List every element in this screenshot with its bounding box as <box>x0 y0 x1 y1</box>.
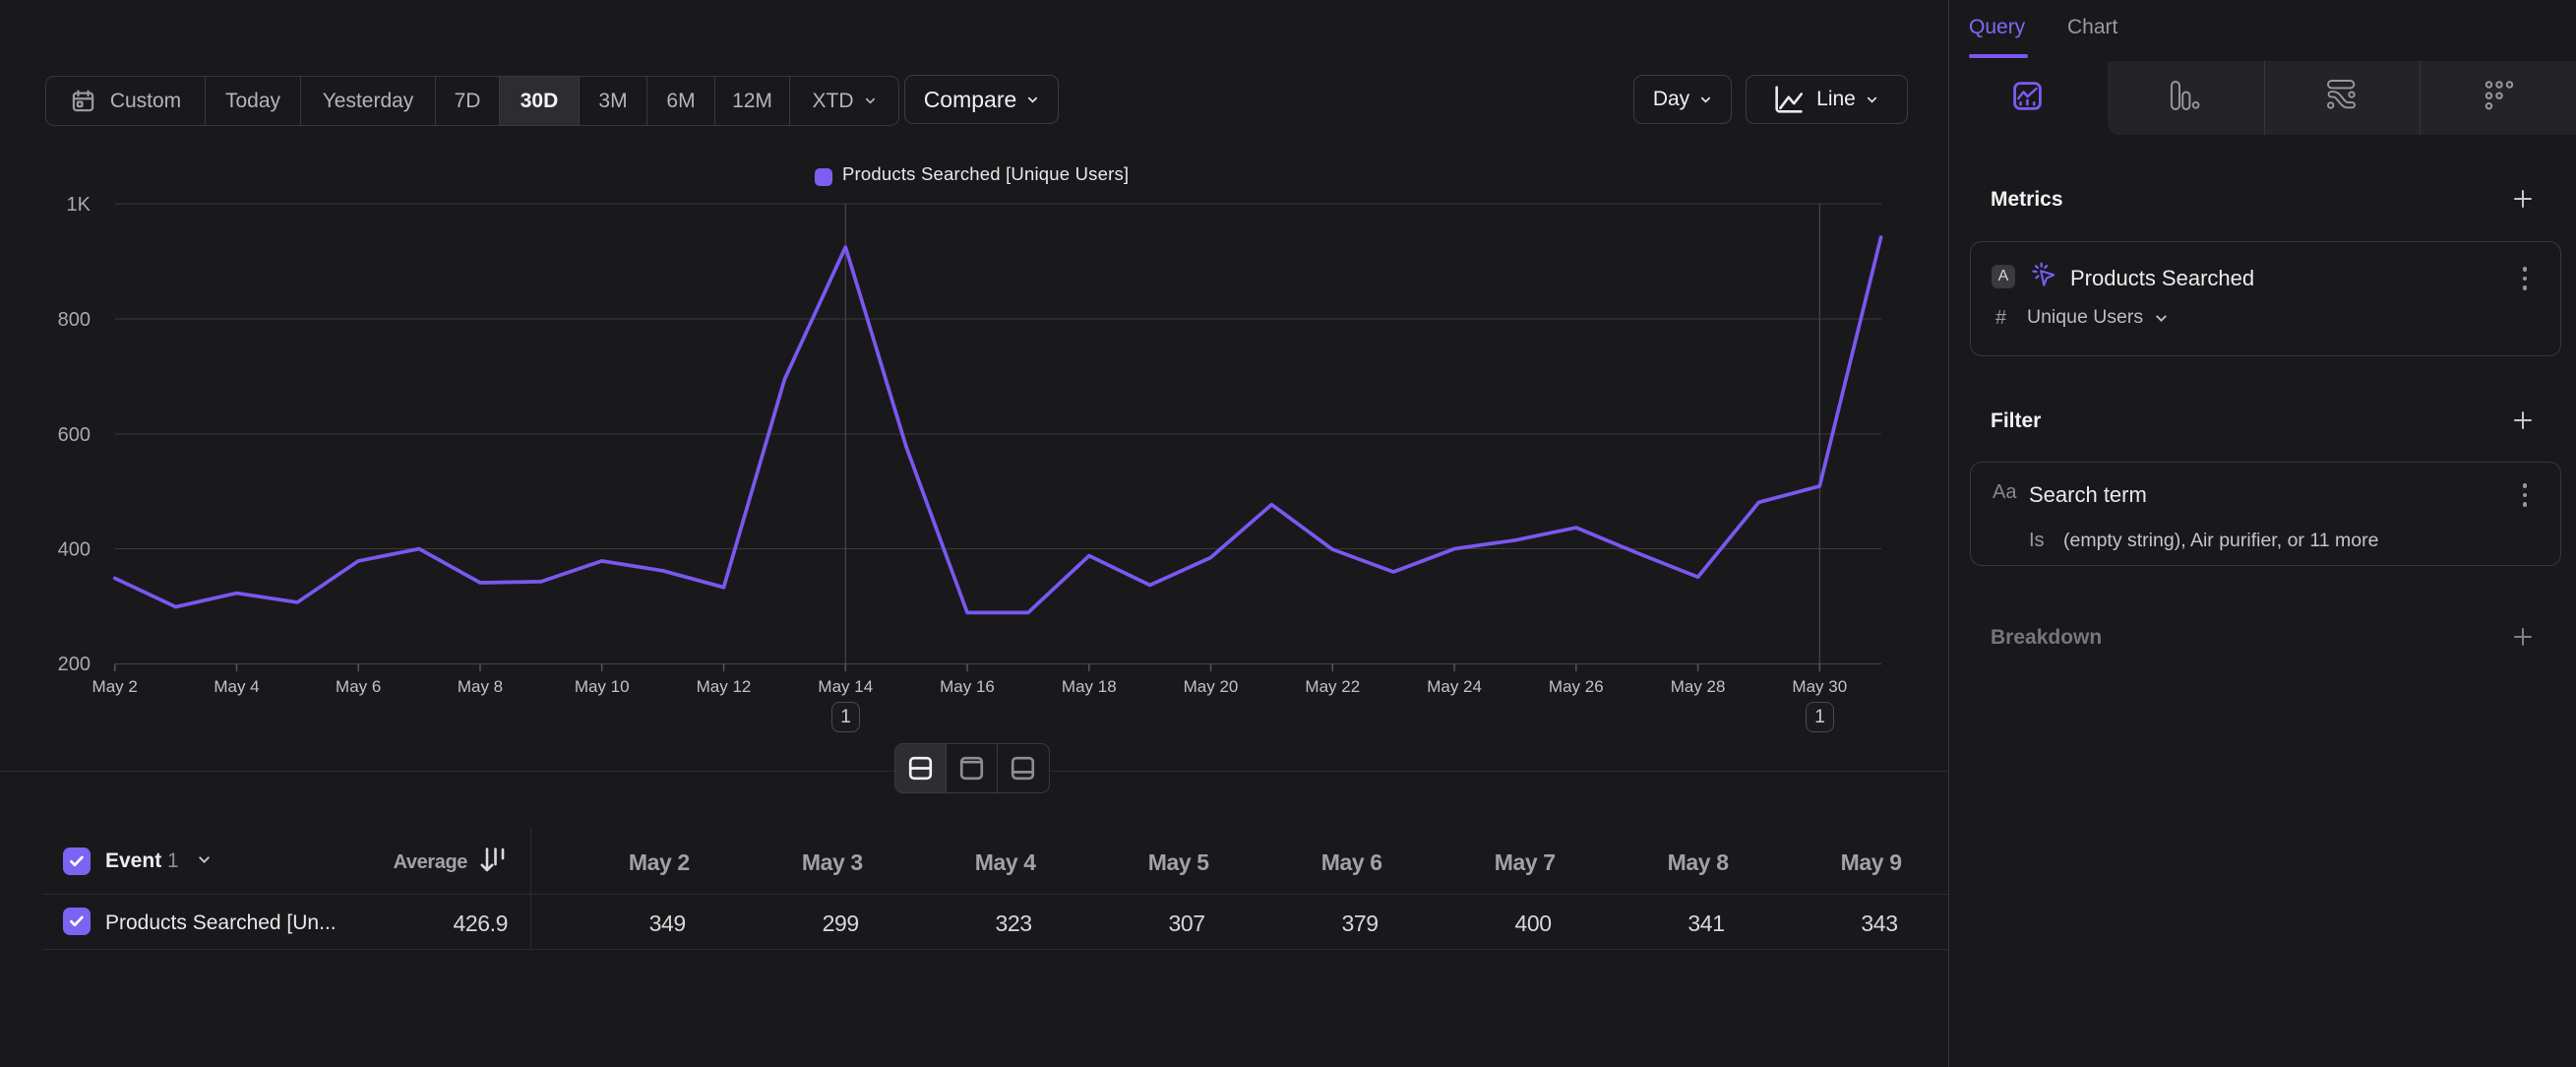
svg-text:May 4: May 4 <box>214 677 259 696</box>
svg-text:1K: 1K <box>67 194 92 216</box>
svg-text:May 22: May 22 <box>1305 677 1360 696</box>
svg-text:May 6: May 6 <box>336 677 381 696</box>
svg-text:May 10: May 10 <box>575 677 630 696</box>
svg-text:May 30: May 30 <box>1792 677 1847 696</box>
svg-text:May 26: May 26 <box>1549 677 1604 696</box>
svg-text:May 18: May 18 <box>1062 677 1117 696</box>
svg-text:May 8: May 8 <box>458 677 503 696</box>
svg-text:May 20: May 20 <box>1184 677 1239 696</box>
svg-text:May 24: May 24 <box>1427 677 1482 696</box>
svg-text:May 14: May 14 <box>818 677 873 696</box>
svg-text:600: 600 <box>58 424 91 446</box>
svg-text:200: 200 <box>58 654 91 675</box>
svg-text:May 28: May 28 <box>1671 677 1726 696</box>
svg-text:800: 800 <box>58 309 91 331</box>
svg-text:400: 400 <box>58 539 91 561</box>
svg-text:May 2: May 2 <box>92 677 138 696</box>
svg-text:May 12: May 12 <box>697 677 752 696</box>
svg-text:May 16: May 16 <box>940 677 995 696</box>
